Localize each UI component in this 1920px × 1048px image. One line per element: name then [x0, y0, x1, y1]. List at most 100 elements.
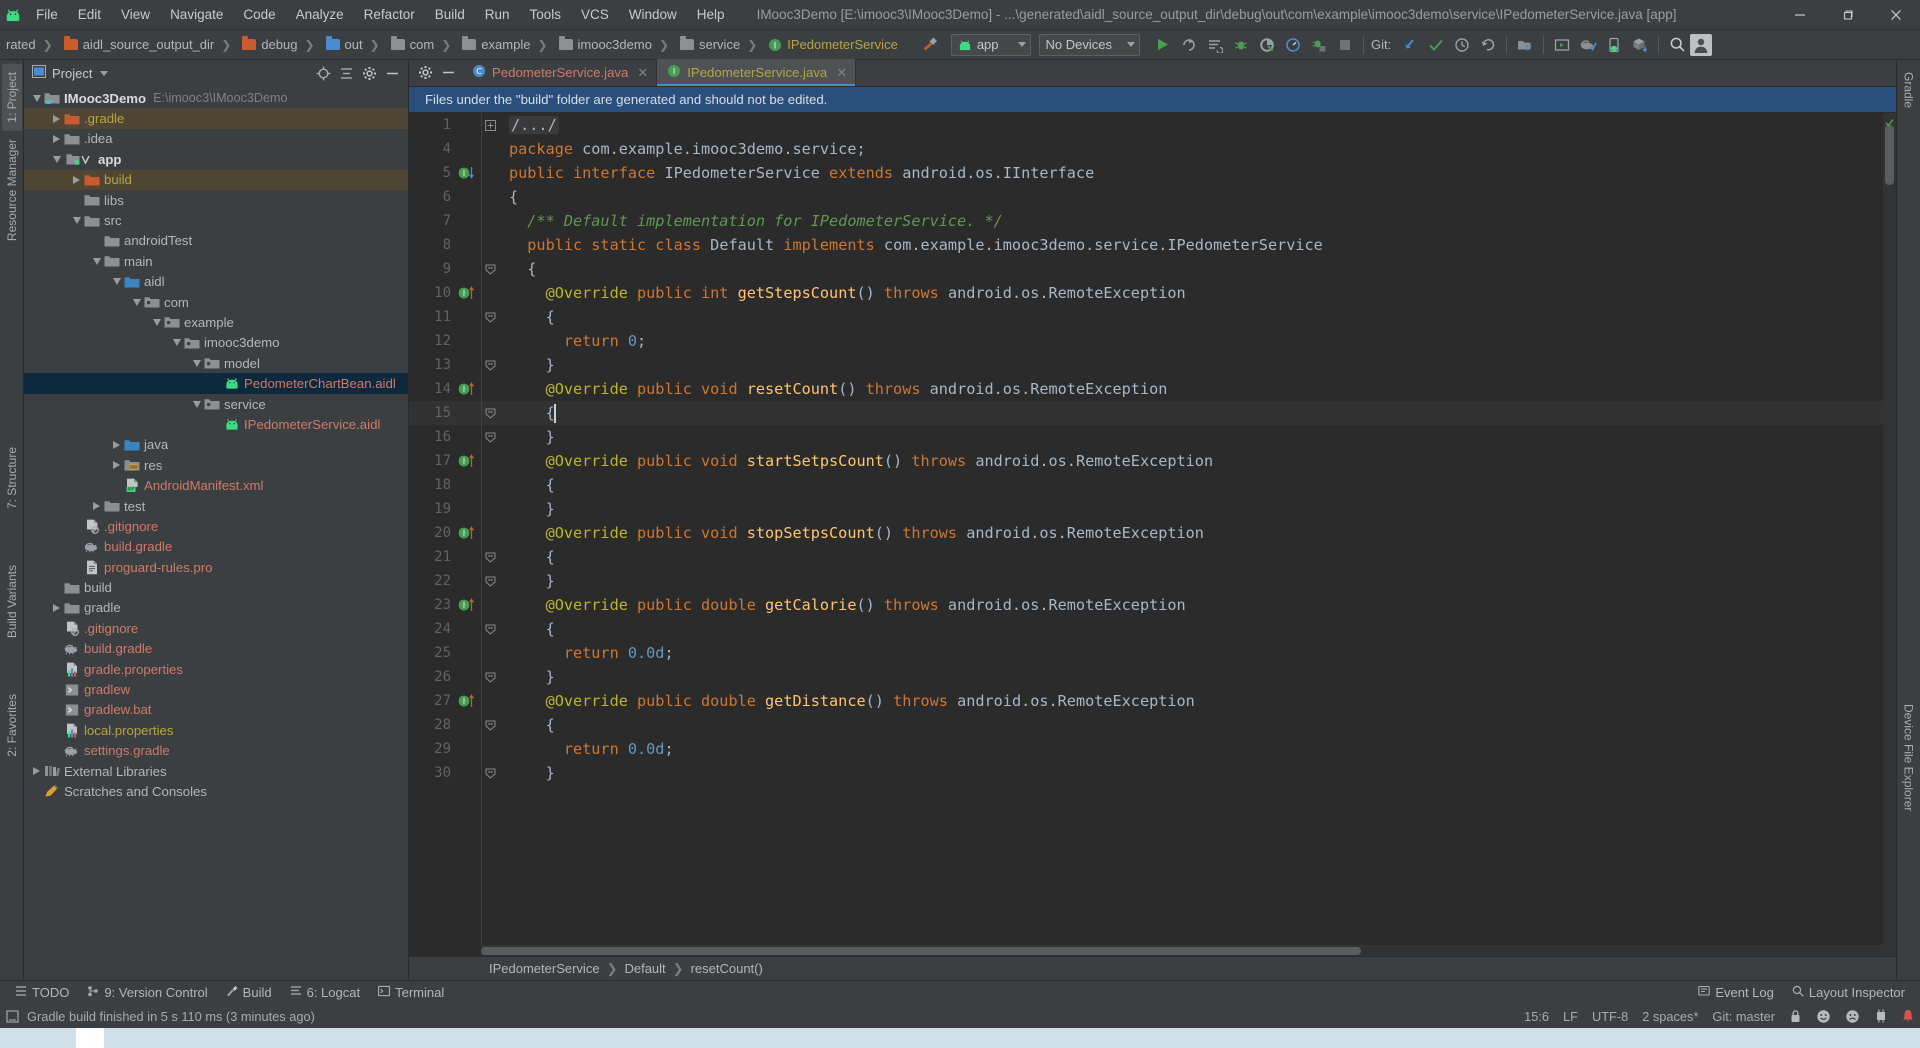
fold-collapse-icon[interactable]: [481, 624, 499, 635]
undo-icon[interactable]: [1475, 33, 1501, 57]
tree-row-java[interactable]: java: [24, 435, 408, 455]
tab-pedometerservice-java[interactable]: C PedometerService.java ✕: [462, 59, 658, 86]
sdk-manager-icon[interactable]: [1575, 33, 1601, 57]
breadcrumb-item-debug[interactable]: debug ❯: [238, 35, 321, 54]
code-line[interactable]: 30 }: [409, 761, 1896, 785]
tree-row-gradlew[interactable]: gradlew: [24, 679, 408, 699]
project-panel-title[interactable]: Project: [32, 65, 109, 81]
menu-view[interactable]: View: [111, 4, 160, 25]
chevron-right-icon[interactable]: [30, 765, 43, 778]
code-line[interactable]: 6{: [409, 185, 1896, 209]
tree-row-app[interactable]: app: [24, 149, 408, 169]
tree-row-build-gradle[interactable]: build.gradle: [24, 537, 408, 557]
hide-editor-icon[interactable]: [438, 63, 458, 83]
code-line[interactable]: 20 I @Override public void stopSetpsCount…: [409, 521, 1896, 545]
code-line[interactable]: 15 {: [409, 401, 1896, 425]
code-line[interactable]: 10 I @Override public int getStepsCount()…: [409, 281, 1896, 305]
tool-button-event-log[interactable]: Event Log: [1689, 982, 1783, 1003]
tree-row-main[interactable]: main: [24, 251, 408, 271]
device-manager-icon[interactable]: [1601, 33, 1627, 57]
code-line[interactable]: 22 }: [409, 569, 1896, 593]
tool-button-layout-inspector[interactable]: Layout Inspector: [1783, 982, 1914, 1003]
code-line[interactable]: 12 return 0;: [409, 329, 1896, 353]
chevron-right-icon[interactable]: [50, 112, 63, 125]
tree-row-model[interactable]: model: [24, 353, 408, 373]
code-line[interactable]: 24 {: [409, 617, 1896, 641]
fold-collapse-icon[interactable]: [481, 576, 499, 587]
tree-row-imooc3demo[interactable]: imooc3demo: [24, 333, 408, 353]
apply-code-changes-icon[interactable]: [1202, 33, 1228, 57]
chevron-down-icon[interactable]: [190, 357, 203, 370]
code-line[interactable]: 23 I @Override public double getCalorie()…: [409, 593, 1896, 617]
gear-icon[interactable]: [415, 63, 435, 83]
chevron-down-icon[interactable]: [70, 214, 83, 227]
breadcrumb-item-service[interactable]: service ❯: [676, 35, 764, 54]
overriding-method-marker-icon[interactable]: I: [453, 525, 481, 541]
tree-row--gradle[interactable]: .gradle: [24, 108, 408, 129]
tree-row-proguard-rules-pro[interactable]: proguard-rules.pro: [24, 557, 408, 577]
sidebar-item-device-file-explorer[interactable]: Device File Explorer: [1899, 696, 1919, 819]
tool-button-version-control[interactable]: 9: Version Control: [78, 982, 216, 1003]
breadcrumb-item-imooc3demo[interactable]: imooc3demo ❯: [555, 35, 677, 54]
status-message[interactable]: Gradle build finished in 5 s 110 ms (3 m…: [27, 1009, 315, 1024]
tree-row-gradlew-bat[interactable]: gradlew.bat: [24, 700, 408, 720]
chevron-down-icon[interactable]: [130, 296, 143, 309]
chevron-down-icon[interactable]: [190, 398, 203, 411]
collapse-all-icon[interactable]: [336, 63, 356, 83]
tool-button-todo[interactable]: TODO: [6, 982, 78, 1003]
chevron-down-icon[interactable]: [110, 275, 123, 288]
code-line[interactable]: 9 {: [409, 257, 1896, 281]
fold-collapse-icon[interactable]: [481, 408, 499, 419]
menu-refactor[interactable]: Refactor: [354, 4, 425, 25]
sidebar-item-build-variants[interactable]: Build Variants: [2, 557, 22, 646]
code-line[interactable]: 27 I @Override public double getDistance(…: [409, 689, 1896, 713]
tree-row-test[interactable]: test: [24, 496, 408, 516]
lock-icon[interactable]: [1789, 1009, 1802, 1023]
hammer-build-icon[interactable]: [917, 33, 943, 57]
sidebar-item-structure[interactable]: 7: Structure: [2, 439, 22, 517]
menu-help[interactable]: Help: [687, 4, 735, 25]
breadcrumb-item-aidl-source-output-dir[interactable]: aidl_source_output_dir ❯: [60, 35, 239, 54]
tree-row-build[interactable]: build: [24, 169, 408, 190]
maximize-button[interactable]: [1824, 0, 1872, 30]
attach-debugger-icon[interactable]: [1306, 33, 1332, 57]
code-line[interactable]: 16 }: [409, 425, 1896, 449]
code-line[interactable]: 11 {: [409, 305, 1896, 329]
happy-face-icon[interactable]: [1816, 1009, 1831, 1024]
implementing-method-marker-icon[interactable]: I: [453, 165, 481, 181]
tree-row-external-libraries[interactable]: External Libraries: [24, 761, 408, 781]
tree-row--idea[interactable]: .idea: [24, 129, 408, 149]
sidebar-item-favorites[interactable]: 2: Favorites: [2, 686, 22, 765]
code-line[interactable]: 8 public static class Default implements…: [409, 233, 1896, 257]
sidebar-item-resource-manager[interactable]: Resource Manager: [2, 131, 22, 249]
breadcrumb-method[interactable]: resetCount(): [691, 961, 763, 976]
commit-icon[interactable]: [1423, 33, 1449, 57]
breadcrumb-item-example[interactable]: example ❯: [458, 35, 554, 54]
code-line[interactable]: 4 package com.example.imooc3demo.service;: [409, 137, 1896, 161]
vertical-scrollbar[interactable]: [1883, 113, 1896, 956]
coverage-icon[interactable]: [1254, 33, 1280, 57]
tree-row-libs[interactable]: libs: [24, 190, 408, 210]
chevron-right-icon[interactable]: [110, 459, 123, 472]
close-icon[interactable]: ✕: [637, 65, 648, 81]
notification-icon[interactable]: [1902, 1009, 1914, 1024]
overriding-method-marker-icon[interactable]: I: [453, 453, 481, 469]
run-icon[interactable]: [1150, 33, 1176, 57]
tree-row--gitignore[interactable]: .gitignore: [24, 516, 408, 536]
menu-tools[interactable]: Tools: [520, 4, 572, 25]
apply-changes-icon[interactable]: [1176, 33, 1202, 57]
menu-edit[interactable]: Edit: [68, 4, 111, 25]
code-line[interactable]: 14 I @Override public void resetCount() t…: [409, 377, 1896, 401]
code-line[interactable]: 19 }: [409, 497, 1896, 521]
tool-button-build[interactable]: Build: [217, 982, 281, 1003]
tree-row--gitignore[interactable]: .gitignore: [24, 618, 408, 638]
fold-collapse-icon[interactable]: [481, 768, 499, 779]
tree-row-example[interactable]: example: [24, 312, 408, 332]
tool-button-logcat[interactable]: 6: Logcat: [281, 982, 370, 1003]
overriding-method-marker-icon[interactable]: I: [453, 381, 481, 397]
update-project-icon[interactable]: [1397, 33, 1423, 57]
fold-collapse-icon[interactable]: [481, 552, 499, 563]
project-tree[interactable]: IMooc3Demo E:\imooc3\IMooc3Demo .gradle .id…: [24, 86, 408, 980]
memory-icon[interactable]: [1874, 1009, 1888, 1023]
code-line[interactable]: 1 /.../: [409, 113, 1896, 137]
